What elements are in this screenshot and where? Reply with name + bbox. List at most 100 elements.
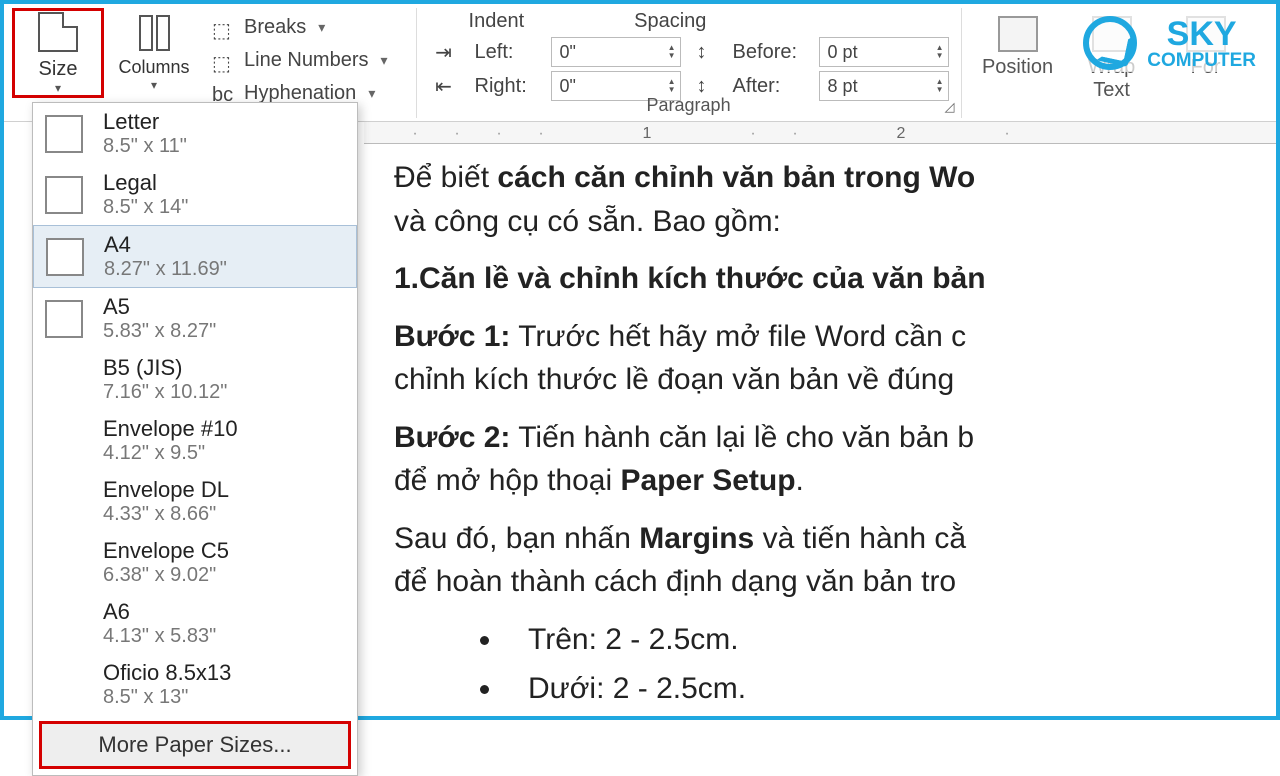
- line-numbers-icon: ⬚: [212, 51, 236, 71]
- size-option-name: Envelope DL: [103, 477, 229, 503]
- doc-text: để mở hộp thoại: [394, 464, 620, 497]
- doc-text: Để biết: [394, 161, 497, 194]
- doc-text: và tiến hành cằ: [754, 522, 966, 555]
- paper-icon: [45, 666, 83, 704]
- spinner-icon[interactable]: ▲▼: [936, 44, 944, 60]
- size-option-b5-jis-[interactable]: B5 (JIS)7.16" x 10.12": [33, 349, 357, 410]
- size-option-name: A5: [103, 294, 216, 320]
- paper-icon: [45, 361, 83, 399]
- chevron-down-icon: ▾: [151, 78, 157, 92]
- paper-icon: [45, 176, 83, 214]
- size-option-a4[interactable]: A48.27" x 11.69": [33, 225, 357, 288]
- columns-icon: [139, 15, 170, 51]
- doc-text: để hoàn thành cách định dạng văn bản tro: [394, 565, 956, 598]
- indent-left-icon: ⇥: [429, 40, 459, 64]
- size-option-name: A6: [103, 599, 216, 625]
- size-option-dims: 4.12" x 9.5": [103, 442, 238, 465]
- paper-icon: [45, 483, 83, 521]
- size-option-envelope-dl[interactable]: Envelope DL4.33" x 8.66": [33, 471, 357, 532]
- size-option-dims: 6.38" x 9.02": [103, 564, 229, 587]
- size-option-dims: 4.13" x 5.83": [103, 625, 216, 648]
- line-numbers-button[interactable]: ⬚ Line Numbers ▾: [204, 47, 396, 74]
- size-option-dims: 5.83" x 8.27": [103, 320, 216, 343]
- size-option-name: Oficio 8.5x13: [103, 660, 231, 686]
- size-option-name: Envelope C5: [103, 538, 229, 564]
- more-paper-sizes-button[interactable]: More Paper Sizes...: [39, 721, 351, 769]
- doc-text: và công cụ có sẵn. Bao gồm:: [394, 205, 781, 238]
- doc-text-bold: cách căn chỉnh văn bản trong Wo: [497, 161, 975, 194]
- dialog-launcher-icon[interactable]: ◿: [945, 99, 955, 115]
- indent-left-value: 0": [560, 42, 576, 63]
- ruler[interactable]: ·· ·· 1 ·· 2 ·: [364, 122, 1276, 144]
- page-size-icon: [38, 12, 78, 52]
- indent-right-value: 0": [560, 76, 576, 97]
- spinner-icon[interactable]: ▲▼: [668, 44, 676, 60]
- logo-text-2: COMPUTER: [1147, 51, 1256, 70]
- position-button[interactable]: Position: [978, 16, 1058, 79]
- doc-text: Trước hết hãy mở file Word cần c: [510, 320, 966, 353]
- hyphenation-icon: bc: [212, 84, 236, 104]
- spacing-before-icon: ↕: [687, 40, 717, 64]
- doc-text-bold: Paper Setup: [620, 464, 795, 497]
- size-option-a6[interactable]: A64.13" x 5.83": [33, 593, 357, 654]
- doc-text-bold: Margins: [639, 522, 754, 555]
- indent-left-input[interactable]: 0" ▲▼: [551, 37, 681, 67]
- ruler-mark-2: 2: [816, 125, 986, 143]
- chevron-down-icon: ▾: [368, 85, 375, 102]
- page-setup-group: ⬚ Breaks ▾ ⬚ Line Numbers ▾ bc Hyphenati…: [204, 8, 396, 107]
- doc-list: Trên: 2 - 2.5cm. Dưới: 2 - 2.5cm.: [394, 618, 1276, 711]
- size-option-name: Letter: [103, 109, 187, 135]
- size-option-name: Legal: [103, 170, 188, 196]
- size-button[interactable]: Size ▾: [12, 8, 104, 98]
- doc-text: Tiến hành căn lại lề cho văn bản b: [510, 421, 974, 454]
- paper-icon: [45, 115, 83, 153]
- chevron-down-icon: ▾: [318, 19, 325, 36]
- size-option-dims: 8.27" x 11.69": [104, 258, 227, 281]
- columns-label: Columns: [118, 57, 189, 78]
- size-option-letter[interactable]: Letter8.5" x 11": [33, 103, 357, 164]
- spacing-before-input[interactable]: 0 pt ▲▼: [819, 37, 949, 67]
- list-item: Dưới: 2 - 2.5cm.: [504, 667, 1276, 711]
- size-option-a5[interactable]: A55.83" x 8.27": [33, 288, 357, 349]
- doc-step-label: Bước 1:: [394, 320, 510, 353]
- size-option-dims: 8.5" x 14": [103, 196, 188, 219]
- size-option-legal[interactable]: Legal8.5" x 14": [33, 164, 357, 225]
- breaks-icon: ⬚: [212, 18, 236, 38]
- size-option-envelope-10[interactable]: Envelope #104.12" x 9.5": [33, 410, 357, 471]
- spacing-after-value: 8 pt: [828, 76, 858, 97]
- size-option-name: Envelope #10: [103, 416, 238, 442]
- list-item: Trên: 2 - 2.5cm.: [504, 618, 1276, 662]
- doc-text: chỉnh kích thước lề đoạn văn bản về đúng: [394, 363, 954, 396]
- doc-text: Sau đó, bạn nhấn: [394, 522, 639, 555]
- document-area[interactable]: Để biết cách căn chỉnh văn bản trong Wo …: [394, 146, 1276, 716]
- doc-heading: 1.Căn lề và chỉnh kích thước của văn bản: [394, 257, 1276, 301]
- text-label: Text: [1093, 79, 1130, 102]
- paper-icon: [45, 300, 83, 338]
- doc-step-label: Bước 2:: [394, 421, 510, 454]
- ruler-mark-1: 1: [562, 125, 732, 143]
- chevron-down-icon: ▾: [55, 81, 61, 95]
- logo-text-1: SKY: [1167, 17, 1237, 51]
- size-option-name: B5 (JIS): [103, 355, 227, 381]
- spinner-icon[interactable]: ▲▼: [668, 78, 676, 94]
- size-option-dims: 4.33" x 8.66": [103, 503, 229, 526]
- paragraph-group: Indent Spacing ⇥ Left: 0" ▲▼ ↕ Before: 0…: [416, 8, 962, 118]
- breaks-button[interactable]: ⬚ Breaks ▾: [204, 14, 396, 41]
- size-option-dims: 8.5" x 11": [103, 135, 187, 158]
- position-icon: [998, 16, 1038, 52]
- paper-icon: [45, 544, 83, 582]
- breaks-label: Breaks: [244, 16, 306, 39]
- before-label: Before:: [733, 41, 813, 64]
- size-option-dims: 7.16" x 10.12": [103, 381, 227, 404]
- spacing-before-value: 0 pt: [828, 42, 858, 63]
- size-option-envelope-c5[interactable]: Envelope C56.38" x 9.02": [33, 532, 357, 593]
- size-option-dims: 8.5" x 13": [103, 686, 231, 709]
- logo-icon: [1083, 16, 1137, 70]
- watermark-logo: SKY COMPUTER: [1079, 14, 1260, 72]
- size-option-name: A4: [104, 232, 227, 258]
- columns-button[interactable]: Columns ▾: [114, 8, 194, 98]
- position-label: Position: [982, 56, 1053, 79]
- size-option-oficio-8-5x13[interactable]: Oficio 8.5x138.5" x 13": [33, 654, 357, 715]
- line-numbers-label: Line Numbers: [244, 49, 369, 72]
- spinner-icon[interactable]: ▲▼: [936, 78, 944, 94]
